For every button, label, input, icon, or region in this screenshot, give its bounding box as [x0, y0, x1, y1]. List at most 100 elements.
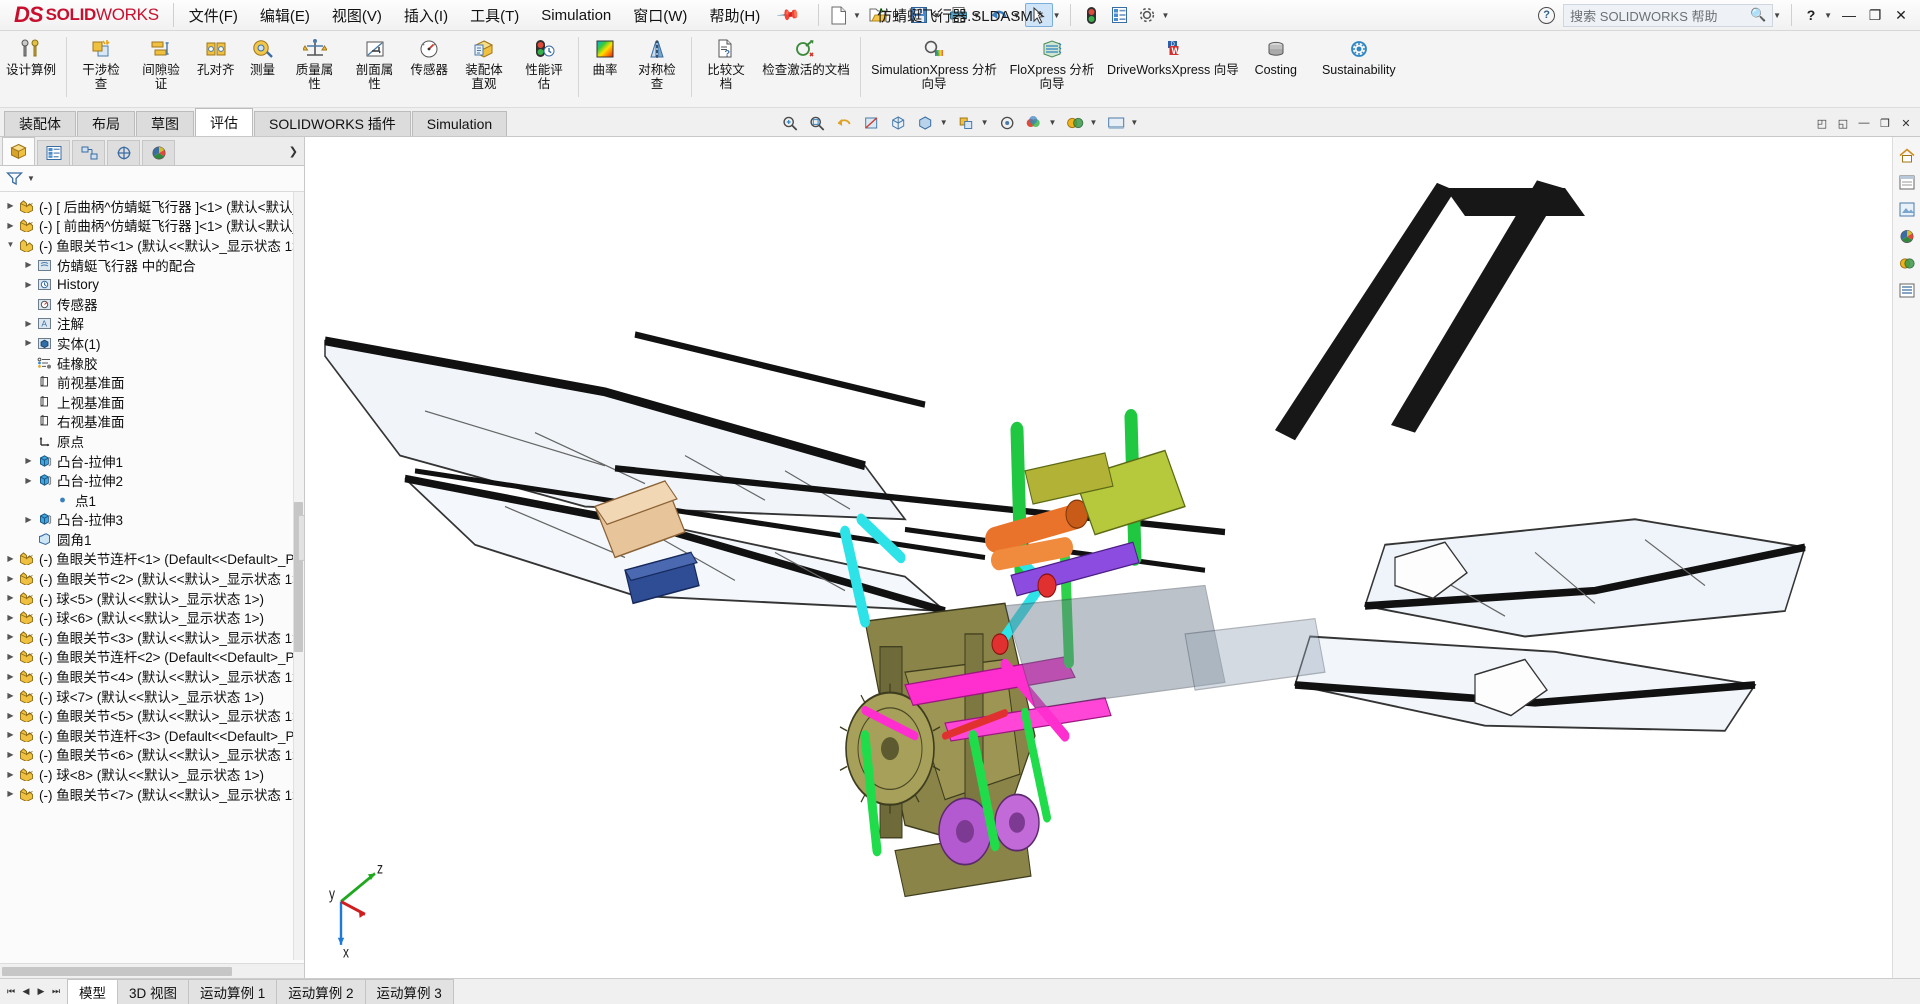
filter-caret-icon[interactable]: ▼ — [27, 174, 35, 183]
expand-arrow-icon[interactable]: ▶ — [4, 652, 17, 661]
treetab-dimxpert-manager[interactable] — [107, 140, 140, 165]
nav-next-button[interactable]: ▶ — [34, 983, 48, 1001]
tab-layout[interactable]: 布局 — [77, 111, 135, 136]
menu-insert[interactable]: 插入(I) — [393, 0, 459, 32]
feature-tree-item[interactable]: ▶ (-) [ 前曲柄^仿蜻蜓飞行器 ]<1> (默认<默认_ — [0, 216, 304, 236]
cmd-performance-evaluation[interactable]: 性能评估 — [514, 31, 574, 107]
viewtool-zoom-to-area[interactable] — [805, 111, 830, 134]
open-document-button[interactable] — [865, 3, 893, 27]
viewtool-section-view[interactable] — [859, 111, 884, 134]
expand-arrow-icon[interactable]: ▶ — [4, 593, 17, 602]
minimize-button[interactable]: — — [1836, 3, 1862, 27]
feature-tree-item[interactable]: 右视基准面 — [0, 412, 304, 432]
feature-tree-item[interactable]: ▶ A 注解 — [0, 314, 304, 334]
menu-view[interactable]: 视图(V) — [321, 0, 393, 32]
help-icon[interactable]: ? — [1538, 6, 1556, 24]
feature-tree-horizontal-scrollbar[interactable] — [0, 963, 304, 978]
collapse-arrow-icon[interactable]: ▼ — [4, 240, 17, 249]
expand-arrow-icon[interactable]: ▶ — [22, 319, 35, 328]
feature-tree-item[interactable]: ▶ 实体(1) — [0, 333, 304, 353]
feature-tree-item[interactable]: ▶ (-) 鱼眼关节<4> (默认<<默认>_显示状态 1> — [0, 666, 304, 686]
nav-last-button[interactable]: ⏭ — [49, 983, 63, 1001]
feature-tree-item[interactable]: ▶ (-) 球<7> (默认<<默认>_显示状态 1>) — [0, 686, 304, 706]
doc-restore-button[interactable]: ◰ — [1812, 113, 1832, 133]
menu-help[interactable]: 帮助(H) — [698, 0, 771, 32]
expand-arrow-icon[interactable]: ▶ — [22, 476, 35, 485]
cmd-curvature[interactable]: 曲率 — [583, 31, 627, 107]
rail-decals[interactable] — [1895, 251, 1919, 275]
close-button[interactable]: ✕ — [1888, 3, 1914, 27]
nav-prev-button[interactable]: ◀ — [19, 983, 33, 1001]
display-options-button[interactable] — [1105, 3, 1133, 27]
feature-tree-item[interactable]: ▶ (-) 鱼眼关节<7> (默认<<默认>_显示状态 1> — [0, 784, 304, 804]
feature-tree[interactable]: ▶ (-) [ 后曲柄^仿蜻蜓飞行器 ]<1> (默认<默认_ ▶ (-) [ 前曲柄… — [0, 192, 304, 963]
feature-tree-item[interactable]: 硅橡胶 — [0, 353, 304, 373]
undo-caret-icon[interactable]: ▼ — [1013, 11, 1021, 20]
expand-arrow-icon[interactable]: ▶ — [4, 632, 17, 641]
new-document-button[interactable] — [825, 3, 853, 27]
feature-tree-item[interactable]: 上视基准面 — [0, 392, 304, 412]
expand-arrow-icon[interactable]: ▶ — [4, 730, 17, 739]
expand-arrow-icon[interactable]: ▶ — [4, 613, 17, 622]
tab-solidworks-addins[interactable]: SOLIDWORKS 插件 — [254, 111, 411, 136]
status-tab-3d-views[interactable]: 3D 视图 — [117, 979, 190, 1004]
undo-button[interactable] — [985, 3, 1013, 27]
treetab-feature-manager[interactable] — [2, 137, 35, 165]
options-button[interactable] — [1133, 3, 1161, 27]
doc-pin-button[interactable]: ◱ — [1833, 113, 1853, 133]
cmd-clearance-verification[interactable]: 间隙验证 — [131, 31, 191, 107]
save-caret-icon[interactable]: ▼ — [933, 11, 941, 20]
restore-button[interactable]: ❐ — [1862, 3, 1888, 27]
feature-tree-item[interactable]: ▶ (-) 鱼眼关节<3> (默认<<默认>_显示状态 1> — [0, 627, 304, 647]
cmd-symmetry-check[interactable]: 对称检查 — [627, 31, 687, 107]
menu-tools[interactable]: 工具(T) — [459, 0, 530, 32]
appearance-caret-icon[interactable]: ▼ — [1089, 118, 1097, 127]
feature-tree-item[interactable]: ▼ (-) 鱼眼关节<1> (默认<<默认>_显示状态 1> — [0, 235, 304, 255]
feature-tree-item[interactable]: ▶ (-) 球<6> (默认<<默认>_显示状态 1>) — [0, 607, 304, 627]
select-button[interactable] — [1024, 3, 1053, 27]
solidworks-logo[interactable]: DS SOLIDWORKS — [0, 0, 169, 30]
panel-splitter-handle[interactable] — [298, 515, 305, 562]
search-icon[interactable]: 🔍 — [1750, 7, 1766, 23]
feature-tree-item[interactable]: ▶ (-) [ 后曲柄^仿蜻蜓飞行器 ]<1> (默认<默认_ — [0, 196, 304, 216]
expand-arrow-icon[interactable]: ▶ — [22, 515, 35, 524]
status-tab-model[interactable]: 模型 — [67, 979, 118, 1004]
status-tab-motion-study-2[interactable]: 运动算例 2 — [276, 979, 366, 1004]
options-caret-icon[interactable]: ▼ — [1161, 11, 1169, 20]
cmd-costing[interactable]: Costing — [1245, 31, 1307, 107]
print-caret-icon[interactable]: ▼ — [973, 11, 981, 20]
rail-custom-view[interactable] — [1895, 278, 1919, 302]
feature-tree-item[interactable]: ▶ (-) 球<8> (默认<<默认>_显示状态 1>) — [0, 764, 304, 784]
viewtool-display-style[interactable] — [913, 111, 938, 134]
cmd-sustainability[interactable]: Sustainability — [1307, 31, 1411, 107]
tab-assembly[interactable]: 装配体 — [4, 111, 76, 136]
feature-tree-item[interactable]: ▶ (-) 鱼眼关节<2> (默认<<默认>_显示状态 1> — [0, 568, 304, 588]
open-document-caret-icon[interactable]: ▼ — [893, 11, 901, 20]
feature-tree-item[interactable]: 圆角1 — [0, 529, 304, 549]
cmd-check-active-document[interactable]: 检查激活的文档 — [756, 31, 856, 107]
feature-tree-item[interactable]: ▶ 凸台-拉伸2 — [0, 470, 304, 490]
viewtool-viewport[interactable] — [1103, 111, 1128, 134]
feature-tree-vertical-scrollbar[interactable] — [293, 192, 304, 960]
viewtool-previous-view[interactable] — [832, 111, 857, 134]
treetab-display-manager[interactable] — [142, 140, 175, 165]
feature-tree-item[interactable]: ▶ (-) 鱼眼关节连杆<1> (Default<<Default>_P — [0, 549, 304, 569]
expand-arrow-icon[interactable]: ▶ — [4, 711, 17, 720]
nav-first-button[interactable]: ⏮ — [4, 983, 18, 1001]
feature-tree-item[interactable]: ▶ (-) 鱼眼关节连杆<2> (Default<<Default>_P — [0, 647, 304, 667]
cmd-floxpress[interactable]: FloXpress 分析向导 — [1003, 31, 1101, 107]
status-tab-motion-study-3[interactable]: 运动算例 3 — [364, 979, 454, 1004]
search-caret-icon[interactable]: ▼ — [1773, 11, 1781, 20]
feature-tree-item[interactable]: ▶ History — [0, 274, 304, 294]
feature-tree-item[interactable]: ▶ (-) 鱼眼关节连杆<3> (Default<<Default>_P — [0, 725, 304, 745]
menu-simulation[interactable]: Simulation — [530, 1, 622, 30]
expand-arrow-icon[interactable]: ▶ — [4, 770, 17, 779]
help-question-button[interactable]: ? — [1798, 3, 1824, 27]
doc-maximize-button[interactable]: ❐ — [1875, 113, 1895, 133]
expand-arrow-icon[interactable]: ▶ — [4, 672, 17, 681]
expand-arrow-icon[interactable]: ▶ — [4, 221, 17, 230]
viewtool-view-settings[interactable] — [1022, 111, 1047, 134]
viewtool-hide-show[interactable] — [954, 111, 979, 134]
tab-evaluate[interactable]: 评估 — [195, 108, 253, 136]
cmd-measure[interactable]: 测量 — [241, 31, 285, 107]
